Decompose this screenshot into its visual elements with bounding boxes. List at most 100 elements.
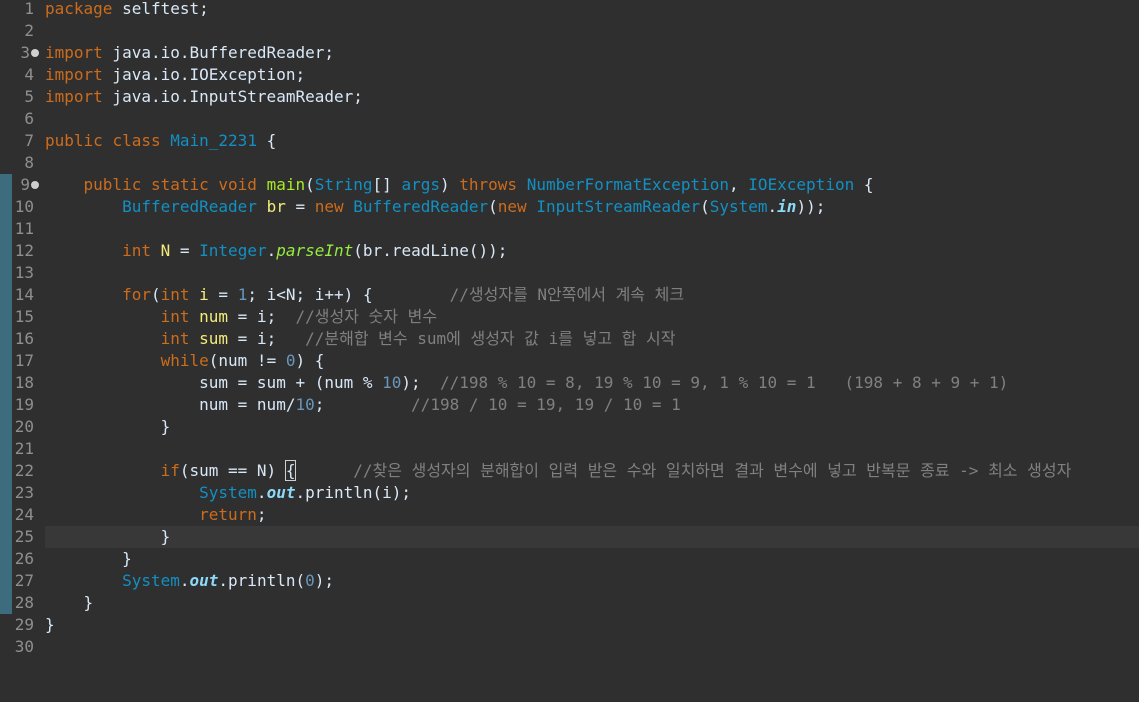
code-line: 9 public static void main(String[] args)… bbox=[0, 174, 1139, 196]
gutter: 29 bbox=[0, 614, 44, 636]
code-line: 3 import java.io.BufferedReader; bbox=[0, 42, 1139, 64]
code-text: if(sum == N) { //찾은 생성자의 분해합이 입력 받은 수와 일… bbox=[160, 460, 1072, 481]
gutter: 11 bbox=[0, 218, 44, 240]
line-number: 14 bbox=[14, 285, 34, 304]
code-line: 29 } bbox=[0, 614, 1139, 636]
change-marker bbox=[0, 174, 12, 196]
gutter: 24 bbox=[0, 504, 44, 526]
code-line: 13 bbox=[0, 262, 1139, 284]
code-text: num = num/10; //198 / 10 = 19, 19 / 10 =… bbox=[45, 395, 681, 414]
change-marker bbox=[0, 570, 12, 592]
gutter: 5 bbox=[0, 86, 44, 108]
change-marker bbox=[0, 218, 12, 240]
code-line: 22 if(sum == N) { //찾은 생성자의 분해합이 입력 받은 수… bbox=[0, 460, 1139, 482]
change-marker bbox=[0, 504, 12, 526]
line-number: 6 bbox=[24, 109, 34, 128]
code-line: 30 bbox=[0, 636, 1139, 658]
line-number: 19 bbox=[14, 395, 34, 414]
gutter: 18 bbox=[0, 372, 44, 394]
change-marker bbox=[0, 526, 12, 548]
code-text: System.out.println(0); bbox=[122, 571, 335, 590]
code-line: 4 import java.io.IOException; bbox=[0, 64, 1139, 86]
line-number: 21 bbox=[14, 439, 34, 458]
code-line: 18 sum = sum + (num % 10); //198 % 10 = … bbox=[0, 372, 1139, 394]
code-text: while(num != 0) { bbox=[160, 351, 325, 370]
line-number: 22 bbox=[14, 461, 34, 480]
gutter: 28 bbox=[0, 592, 44, 614]
code-line: 23 System.out.println(i); bbox=[0, 482, 1139, 504]
change-marker bbox=[0, 196, 12, 218]
code-line: 14 for(int i = 1; i<N; i++) { //생성자를 N안쪽… bbox=[0, 284, 1139, 306]
gutter: 4 bbox=[0, 64, 44, 86]
code-line: 20 } bbox=[0, 416, 1139, 438]
gutter: 20 bbox=[0, 416, 44, 438]
change-marker bbox=[0, 284, 12, 306]
line-number: 26 bbox=[14, 549, 34, 568]
change-marker bbox=[0, 240, 12, 262]
line-number: 23 bbox=[14, 483, 34, 502]
gutter: 8 bbox=[0, 152, 44, 174]
line-number: 24 bbox=[14, 505, 34, 524]
gutter: 26 bbox=[0, 548, 44, 570]
gutter: 19 bbox=[0, 394, 44, 416]
code-text: int sum = i; //분해합 변수 sum에 생성자 값 i를 넣고 합… bbox=[160, 329, 676, 348]
code-line: 28 } bbox=[0, 592, 1139, 614]
gutter: 22 bbox=[0, 460, 44, 482]
code-line: 10 BufferedReader br = new BufferedReade… bbox=[0, 196, 1139, 218]
fold-toggle-icon[interactable] bbox=[31, 181, 39, 189]
code-editor[interactable]: 1 package selftest; 2 3 import java.io.B… bbox=[0, 0, 1139, 665]
code-text: for(int i = 1; i<N; i++) { //생성자를 N안쪽에서 … bbox=[122, 285, 685, 304]
line-number: 5 bbox=[24, 87, 34, 106]
line-number: 3 bbox=[20, 43, 30, 62]
code-text: import java.io.InputStreamReader; bbox=[45, 87, 363, 106]
gutter: 21 bbox=[0, 438, 44, 460]
code-line: 17 while(num != 0) { bbox=[0, 350, 1139, 372]
gutter: 12 bbox=[0, 240, 44, 262]
line-number: 15 bbox=[14, 307, 34, 326]
code-line: 6 bbox=[0, 108, 1139, 130]
code-line: 5 import java.io.InputStreamReader; bbox=[0, 86, 1139, 108]
code-text: } bbox=[45, 417, 171, 436]
code-text: import java.io.IOException; bbox=[45, 65, 306, 84]
gutter: 17 bbox=[0, 350, 44, 372]
line-number: 9 bbox=[20, 175, 30, 194]
line-number: 10 bbox=[14, 197, 34, 216]
line-number: 17 bbox=[14, 351, 34, 370]
code-line: 8 bbox=[0, 152, 1139, 174]
code-text: BufferedReader br = new BufferedReader(n… bbox=[122, 197, 826, 216]
line-number: 4 bbox=[24, 65, 34, 84]
gutter: 3 bbox=[0, 42, 44, 64]
gutter: 2 bbox=[0, 20, 44, 42]
change-marker bbox=[0, 416, 12, 438]
fold-toggle-icon[interactable] bbox=[31, 49, 39, 57]
gutter: 30 bbox=[0, 636, 44, 658]
line-number: 20 bbox=[14, 417, 34, 436]
code-line: 1 package selftest; bbox=[0, 0, 1139, 20]
code-text: System.out.println(i); bbox=[199, 483, 412, 502]
gutter: 13 bbox=[0, 262, 44, 284]
line-number: 16 bbox=[14, 329, 34, 348]
gutter: 10 bbox=[0, 196, 44, 218]
gutter: 15 bbox=[0, 306, 44, 328]
code-line: 11 bbox=[0, 218, 1139, 240]
line-number: 18 bbox=[14, 373, 34, 392]
line-number: 8 bbox=[24, 153, 34, 172]
change-marker bbox=[0, 394, 12, 416]
change-marker bbox=[0, 592, 12, 614]
line-number: 12 bbox=[14, 241, 34, 260]
change-marker bbox=[0, 460, 12, 482]
gutter: 27 bbox=[0, 570, 44, 592]
code-text: int num = i; //생성자 숫자 변수 bbox=[160, 307, 438, 326]
code-line: 21 bbox=[0, 438, 1139, 460]
code-line: 15 int num = i; //생성자 숫자 변수 bbox=[0, 306, 1139, 328]
code-line: 19 num = num/10; //198 / 10 = 19, 19 / 1… bbox=[0, 394, 1139, 416]
code-text: } bbox=[45, 615, 55, 634]
gutter: 9 bbox=[0, 174, 44, 196]
gutter: 1 bbox=[0, 0, 44, 20]
code-line: 26 } bbox=[0, 548, 1139, 570]
gutter: 7 bbox=[0, 130, 44, 152]
change-marker bbox=[0, 350, 12, 372]
code-line: 24 return; bbox=[0, 504, 1139, 526]
code-line-current: 25 } bbox=[0, 526, 1139, 548]
code-text: public static void main(String[] args) t… bbox=[83, 175, 874, 194]
